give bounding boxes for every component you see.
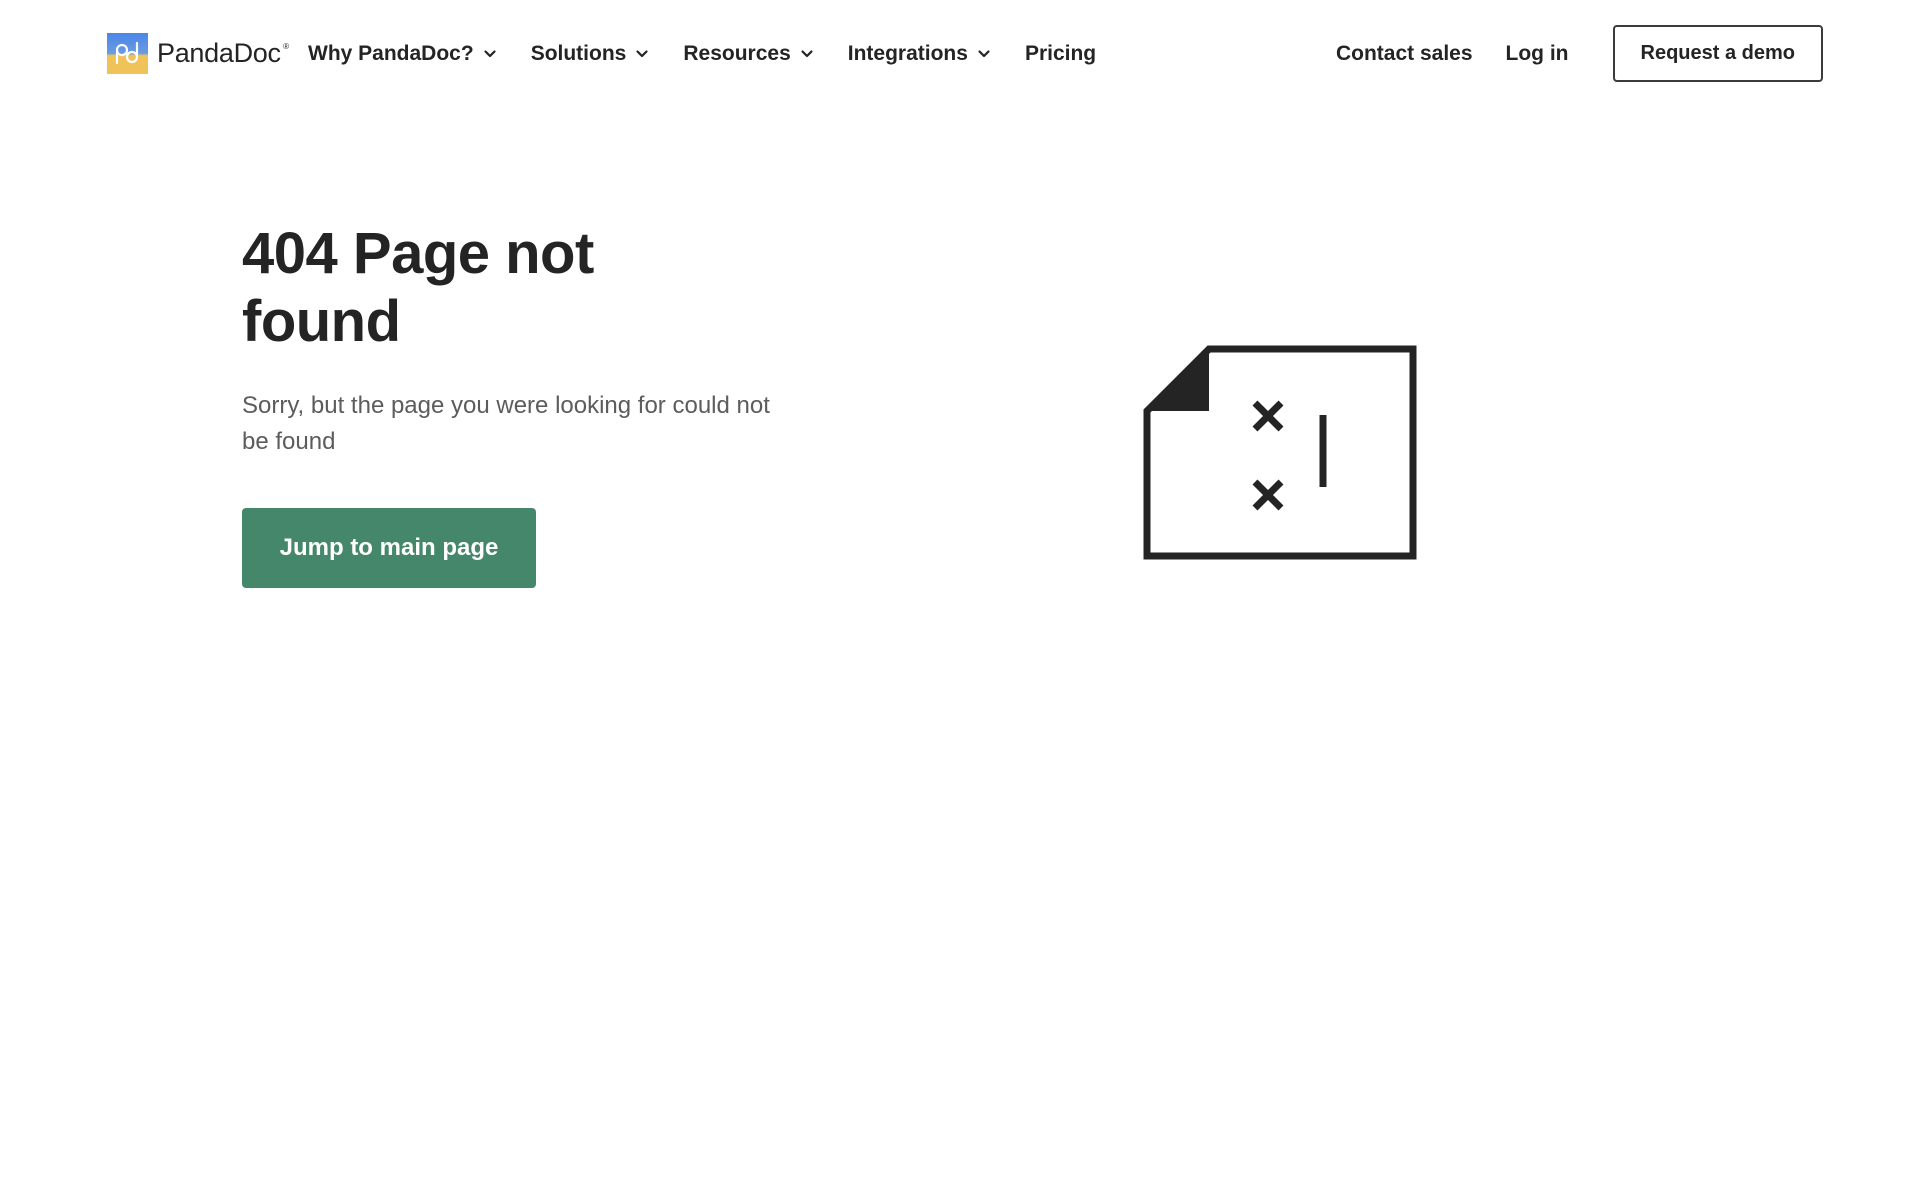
chevron-down-icon <box>636 49 648 57</box>
nav-resources[interactable]: Resources <box>683 42 813 66</box>
logo-text: PandaDoc ® <box>157 38 289 68</box>
nav-why-pandadoc[interactable]: Why PandaDoc? <box>308 42 497 66</box>
jump-to-main-page-button[interactable]: Jump to main page <box>242 508 536 588</box>
main-content: 404 Page not found Sorry, but the page y… <box>0 108 1920 1200</box>
chevron-down-icon <box>978 49 990 57</box>
nav-integrations[interactable]: Integrations <box>848 42 991 66</box>
error-message: Sorry, but the page you were looking for… <box>242 392 770 455</box>
nav-solutions[interactable]: Solutions <box>531 42 650 66</box>
site-header: PandaDoc ® Why PandaDoc? Solutions Resour… <box>0 0 1920 108</box>
nav-integrations-label: Integrations <box>847 41 968 65</box>
log-in-link[interactable]: Log in <box>1506 42 1569 66</box>
chevron-down-icon <box>484 49 496 57</box>
page-title: 404 Page not found <box>242 221 594 354</box>
logo-registered-mark: ® <box>283 42 289 51</box>
header-actions: Contact sales Log in Request a demo <box>1336 25 1823 82</box>
request-demo-button[interactable]: Request a demo <box>1612 25 1823 82</box>
nav-resources-label: Resources <box>683 41 791 65</box>
error-content: 404 Page not found Sorry, but the page y… <box>242 220 822 588</box>
nav-solutions-label: Solutions <box>530 41 627 65</box>
pandadoc-logo[interactable]: PandaDoc ® <box>107 33 289 74</box>
main-nav: Why PandaDoc? Solutions Resources Integr… <box>308 33 1096 74</box>
nav-pricing-label: Pricing <box>1024 41 1097 65</box>
broken-document-icon <box>1143 345 1417 560</box>
contact-sales-link[interactable]: Contact sales <box>1336 42 1473 66</box>
pandadoc-logo-icon <box>107 33 148 74</box>
chevron-down-icon <box>801 49 813 57</box>
nav-pricing[interactable]: Pricing <box>1025 42 1096 66</box>
nav-why-pandadoc-label: Why PandaDoc? <box>308 41 474 65</box>
